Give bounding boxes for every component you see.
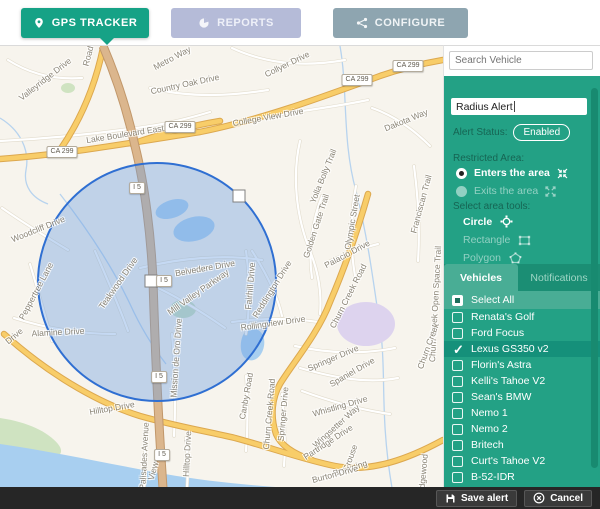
vehicle-checkbox[interactable] (452, 312, 463, 323)
tab-configure[interactable]: CONFIGURE (333, 8, 468, 38)
top-nav: GPS TRACKER REPORTS CONFIGURE (0, 0, 600, 45)
vehicle-name: Nemo 2 (471, 423, 508, 435)
sidebar-scrollbar[interactable] (591, 80, 598, 482)
vehicle-row[interactable]: Lexus GS350 v2 (444, 341, 600, 357)
vehicle-checkbox[interactable] (452, 344, 463, 355)
alert-status-row: Alert Status: Enabled (453, 124, 570, 141)
tab-reports[interactable]: REPORTS (171, 8, 301, 38)
tool-polygon[interactable]: Polygon (463, 252, 522, 264)
vehicle-row[interactable]: Renata's Golf (444, 309, 600, 325)
vehicle-name: Britech (471, 439, 504, 451)
vehicle-list: Renata's Golf Ford Focus Lexus GS350 v2 Flo… (444, 309, 600, 488)
vehicle-row[interactable]: Curt's Tahoe V2 (444, 453, 600, 469)
active-tab-pointer (99, 37, 115, 45)
compress-arrows-icon (557, 168, 568, 179)
vehicle-checkbox[interactable] (452, 360, 463, 371)
vehicle-name: Nemo 1 (471, 407, 508, 419)
polygon-tool-icon (509, 252, 522, 264)
circle-radius-handle[interactable] (233, 190, 245, 202)
vehicle-row[interactable]: Britech (444, 437, 600, 453)
cancel-x-icon (533, 492, 545, 504)
vehicle-checkbox[interactable] (452, 424, 463, 435)
vehicle-checkbox[interactable] (452, 328, 463, 339)
vehicle-name: Curt's Tahoe V2 (471, 455, 545, 467)
rectangle-tool-icon (518, 235, 531, 246)
sidebar: Radius Alert Alert Status: Enabled Restr… (443, 45, 600, 487)
cancel-button[interactable]: Cancel (524, 490, 592, 507)
tab-gps-tracker[interactable]: GPS TRACKER (21, 8, 149, 38)
vehicle-row[interactable]: Nemo 2 (444, 421, 600, 437)
save-alert-button[interactable]: Save alert (436, 490, 517, 507)
save-alert-label: Save alert (461, 493, 508, 504)
vehicle-name: Lexus GS350 v2 (471, 343, 549, 355)
radio-enters-area[interactable]: Enters the area (456, 167, 568, 179)
expand-arrows-icon (545, 186, 556, 197)
tool-label: Circle (463, 216, 492, 228)
circle-center-handle[interactable] (145, 275, 157, 287)
tool-rectangle[interactable]: Rectangle (463, 234, 531, 246)
vehicle-name: Ford Focus (471, 327, 524, 339)
alert-name-input[interactable]: Radius Alert (451, 98, 587, 115)
alert-panel: Radius Alert Alert Status: Enabled Restr… (444, 76, 600, 488)
tool-circle[interactable]: Circle (463, 215, 513, 228)
vehicle-checkbox[interactable] (452, 408, 463, 419)
circle-tool-icon (500, 215, 513, 228)
vehicle-row[interactable]: Nemo 1 (444, 405, 600, 421)
area-tools-label: Select area tools: (453, 201, 530, 212)
tool-label: Polygon (463, 252, 501, 264)
vehicle-name: Sean's BMW (471, 391, 531, 403)
tab-label: REPORTS (217, 17, 274, 29)
scrollbar-thumb[interactable] (591, 88, 598, 468)
vehicle-row[interactable]: B-52-IDR (444, 469, 600, 485)
bottom-bar: Save alert Cancel (0, 487, 600, 509)
radio-label: Exits the area (474, 185, 538, 197)
vehicle-checkbox[interactable] (452, 376, 463, 387)
vehicle-row[interactable]: Kelli's Tahoe V2 (444, 373, 600, 389)
vehicle-checkbox[interactable] (452, 440, 463, 451)
panel-tab-bar: Vehicles Notifications (444, 264, 600, 291)
tool-label: Rectangle (463, 234, 510, 246)
tab-label: GPS TRACKER (52, 17, 138, 29)
alert-name-value: Radius Alert (456, 101, 513, 113)
search-vehicle-input[interactable] (449, 51, 593, 70)
vehicle-name: Kelli's Tahoe V2 (471, 375, 545, 387)
gps-tracker-app: GPS TRACKER REPORTS CONFIGURE (0, 0, 600, 509)
select-all-row[interactable]: Select All (444, 291, 600, 309)
tab-label: CONFIGURE (375, 17, 446, 29)
cancel-label: Cancel (550, 493, 583, 504)
zoned-area (337, 302, 395, 346)
alert-status-toggle[interactable]: Enabled (513, 124, 570, 141)
vehicle-row[interactable]: Sean's BMW (444, 389, 600, 405)
vehicle-checkbox[interactable] (452, 472, 463, 483)
vehicle-name: B-52-IDR (471, 471, 515, 483)
vehicle-row[interactable]: Florin's Astra (444, 357, 600, 373)
select-all-checkbox[interactable] (452, 295, 463, 306)
restricted-area-label: Restricted Area: (453, 153, 524, 164)
share-nodes-icon (356, 17, 368, 29)
save-floppy-icon (445, 493, 456, 504)
tab-vehicles[interactable]: Vehicles (444, 264, 518, 291)
park-area (61, 83, 75, 93)
select-all-label: Select All (471, 294, 514, 306)
vehicle-checkbox[interactable] (452, 456, 463, 467)
vehicle-name: Renata's Golf (471, 311, 534, 323)
radio-exits-area[interactable]: Exits the area (456, 185, 556, 197)
map-graphics (0, 46, 443, 488)
radio-dot (456, 186, 467, 197)
pie-chart-icon (198, 17, 210, 29)
location-pin-icon (33, 17, 45, 29)
alert-status-label: Alert Status: (453, 127, 507, 138)
radio-label: Enters the area (474, 167, 550, 179)
vehicle-checkbox[interactable] (452, 392, 463, 403)
tab-notifications[interactable]: Notifications (518, 264, 600, 291)
vehicle-name: Florin's Astra (471, 359, 531, 371)
text-caret (514, 101, 515, 112)
vehicle-row[interactable]: Ford Focus (444, 325, 600, 341)
map-canvas[interactable]: Valleyridge DriveRoadMetro WayCollyer Dr… (0, 45, 443, 488)
radio-dot (456, 168, 467, 179)
